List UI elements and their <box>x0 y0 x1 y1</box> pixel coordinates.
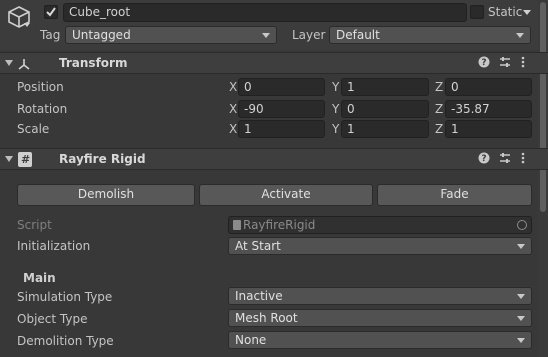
scale-label: Scale <box>17 122 50 136</box>
object-name-text: Cube_root <box>69 5 131 19</box>
tag-label: Tag <box>40 28 61 42</box>
initialization-label: Initialization <box>17 239 91 253</box>
main-section-title: Main <box>23 271 56 285</box>
rotation-label: Rotation <box>17 102 68 116</box>
chevron-down-icon <box>517 338 525 343</box>
fade-button[interactable]: Fade <box>377 184 532 206</box>
rayfire-rigid-header[interactable]: # Rayfire Rigid ? <box>0 148 548 170</box>
help-icon[interactable]: ? <box>478 56 490 71</box>
layer-value: Default <box>336 28 380 42</box>
scale-z-field[interactable]: 1 <box>445 120 532 138</box>
object-type-value: Mesh Root <box>235 311 298 325</box>
initialization-dropdown[interactable]: At Start <box>228 237 532 255</box>
static-checkbox[interactable] <box>470 5 484 19</box>
position-label: Position <box>17 80 64 94</box>
foldout-arrow-icon[interactable] <box>5 60 13 66</box>
layer-dropdown[interactable]: Default <box>329 26 531 44</box>
position-z-field[interactable]: 0 <box>445 78 532 96</box>
object-header: Cube_root Static Tag Untagged Layer Defa… <box>0 0 538 50</box>
scale-y-axis[interactable]: Y <box>332 121 339 137</box>
rotation-x-field[interactable]: -90 <box>238 100 325 118</box>
rotation-y-axis[interactable]: Y <box>332 101 339 117</box>
script-file-icon: # <box>18 152 32 167</box>
chevron-down-icon <box>517 316 525 321</box>
simulation-type-label: Simulation Type <box>17 290 113 304</box>
demolish-button[interactable]: Demolish <box>17 184 195 206</box>
position-x-field[interactable]: 0 <box>238 78 325 96</box>
rotation-z-field[interactable]: -35.87 <box>445 100 532 118</box>
static-dropdown-arrow[interactable] <box>523 10 531 15</box>
scale-z-value: 1 <box>451 122 459 136</box>
initialization-value: At Start <box>235 239 281 253</box>
rotation-z-axis[interactable]: Z <box>435 101 443 117</box>
svg-text:?: ? <box>481 58 486 68</box>
icon-dropdown-arrow[interactable] <box>24 23 30 27</box>
rotation-x-value: -90 <box>244 102 264 116</box>
kebab-menu-icon[interactable] <box>520 152 526 167</box>
position-y-axis[interactable]: Y <box>332 79 339 95</box>
object-picker-icon <box>517 220 527 230</box>
checkmark-icon <box>46 7 56 17</box>
demolition-type-dropdown[interactable]: None <box>228 331 532 349</box>
chevron-down-icon <box>517 294 525 299</box>
position-z-axis[interactable]: Z <box>435 79 443 95</box>
script-label: Script <box>17 218 52 232</box>
scale-x-axis[interactable]: X <box>229 121 237 137</box>
position-z-value: 0 <box>451 80 459 94</box>
scale-y-field[interactable]: 1 <box>341 120 429 138</box>
transform-title: Transform <box>59 56 128 70</box>
simulation-type-dropdown[interactable]: Inactive <box>228 287 532 305</box>
script-value: RayfireRigid <box>243 218 316 232</box>
position-y-field[interactable]: 1 <box>341 78 429 96</box>
presets-sliders-icon[interactable] <box>499 152 511 167</box>
active-checkbox[interactable] <box>44 5 58 19</box>
scrollbar-thumb[interactable] <box>540 2 546 212</box>
object-type-dropdown[interactable]: Mesh Root <box>228 309 532 327</box>
svg-text:?: ? <box>481 154 486 164</box>
foldout-arrow-icon[interactable] <box>5 156 13 162</box>
script-file-icon <box>233 220 241 230</box>
help-icon[interactable]: ? <box>478 152 490 167</box>
tag-value: Untagged <box>72 28 131 42</box>
static-label[interactable]: Static <box>488 4 522 20</box>
scale-y-value: 1 <box>347 122 355 136</box>
object-type-label: Object Type <box>17 312 88 326</box>
position-y-value: 1 <box>347 80 355 94</box>
rotation-z-value: -35.87 <box>451 102 490 116</box>
transform-header[interactable]: Transform ? <box>0 52 548 74</box>
object-name-input[interactable]: Cube_root <box>63 3 467 22</box>
rotation-y-field[interactable]: 0 <box>341 100 429 118</box>
position-x-value: 0 <box>244 80 252 94</box>
rotation-x-axis[interactable]: X <box>229 101 237 117</box>
chevron-down-icon <box>517 244 525 249</box>
scale-x-field[interactable]: 1 <box>238 120 325 138</box>
simulation-type-value: Inactive <box>235 289 283 303</box>
script-object-field: RayfireRigid <box>228 216 532 234</box>
tag-dropdown[interactable]: Untagged <box>65 26 277 44</box>
position-x-axis[interactable]: X <box>229 79 237 95</box>
activate-button[interactable]: Activate <box>199 184 373 206</box>
demolition-type-label: Demolition Type <box>17 334 114 348</box>
scale-z-axis[interactable]: Z <box>435 121 443 137</box>
rotation-y-value: 0 <box>347 102 355 116</box>
layer-label: Layer <box>292 28 326 42</box>
rayfire-rigid-title: Rayfire Rigid <box>59 152 146 166</box>
scale-x-value: 1 <box>244 122 252 136</box>
chevron-down-icon <box>516 33 524 38</box>
transform-axes-icon <box>16 56 32 72</box>
presets-sliders-icon[interactable] <box>499 56 511 71</box>
kebab-menu-icon[interactable] <box>520 56 526 71</box>
chevron-down-icon <box>262 33 270 38</box>
demolition-type-value: None <box>235 333 267 347</box>
